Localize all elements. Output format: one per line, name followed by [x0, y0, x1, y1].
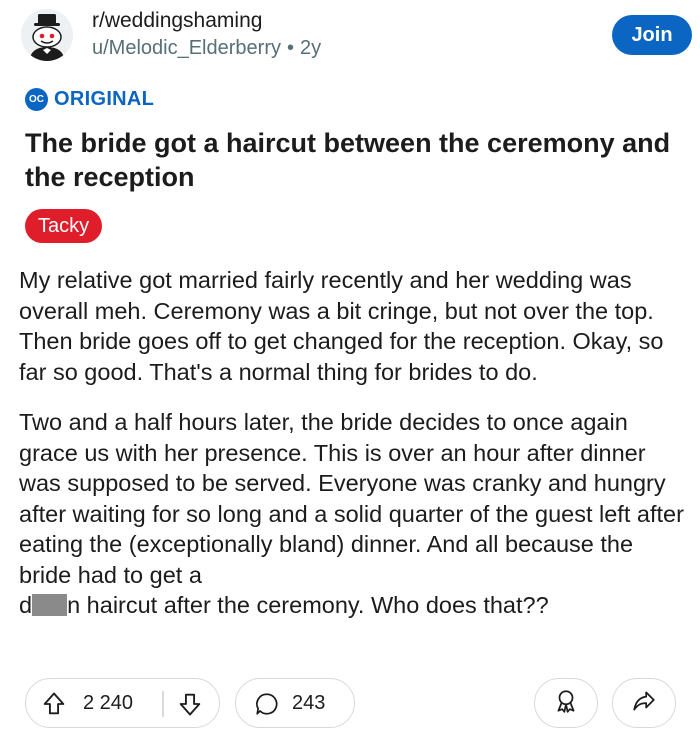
post-byline: u/Melodic_Elderberry • 2y	[92, 37, 321, 60]
action-bar: 2 240 243	[0, 678, 700, 730]
join-button[interactable]: Join	[612, 15, 692, 55]
downvote-arrow-icon[interactable]	[176, 690, 204, 723]
subreddit-name[interactable]: r/weddingshaming	[92, 9, 262, 33]
post-title[interactable]: The bride got a haircut between the cere…	[25, 126, 675, 194]
author-username[interactable]: u/Melodic_Elderberry	[92, 37, 281, 59]
post-body: My relative got married fairly recently …	[19, 265, 684, 641]
post-paragraph-1: My relative got married fairly recently …	[19, 267, 664, 385]
comment-bubble-icon	[254, 691, 280, 722]
award-button[interactable]	[534, 678, 598, 728]
comments-button[interactable]: 243	[235, 678, 355, 728]
byline-separator: •	[286, 37, 294, 59]
oc-label: ORIGINAL	[54, 87, 155, 110]
post-age: 2y	[300, 37, 322, 59]
post-flair[interactable]: Tacky	[25, 209, 103, 243]
upvote-count: 2 240	[83, 692, 134, 714]
redacted-word-start: d	[19, 592, 33, 618]
post-paragraph-2: Two and a half hours later, the bride de…	[19, 407, 684, 621]
paragraph-2-text: Two and a half hours later, the bride de…	[19, 409, 684, 588]
post-header: r/weddingshaming u/Melodic_Elderberry • 2y…	[0, 0, 700, 80]
redaction-block	[32, 594, 68, 616]
share-button[interactable]	[612, 678, 676, 728]
oc-tag: OC ORIGINAL	[25, 86, 154, 112]
vote-control: 2 240	[25, 678, 220, 728]
share-arrow-icon	[631, 688, 657, 719]
paragraph-2-ending: n haircut after the ceremony. Who does t…	[67, 592, 549, 618]
award-icon	[553, 688, 579, 719]
subreddit-avatar-icon[interactable]	[21, 9, 73, 61]
oc-badge-icon: OC	[25, 87, 48, 111]
vote-divider	[162, 691, 164, 717]
upvote-arrow-icon[interactable]	[40, 690, 68, 723]
comment-count: 243	[292, 692, 326, 714]
